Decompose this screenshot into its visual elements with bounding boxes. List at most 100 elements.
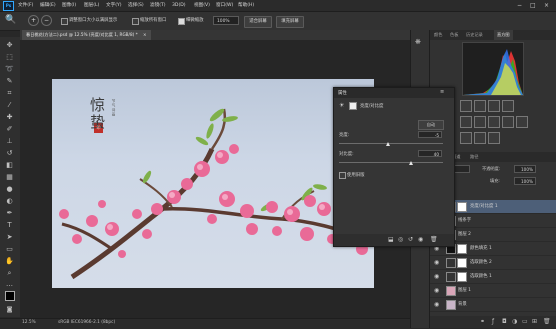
blur-tool-icon[interactable]: ● xyxy=(4,185,15,194)
adjust-hue-icon[interactable] xyxy=(474,116,486,128)
type-tool-icon[interactable]: T xyxy=(4,221,15,230)
adjust-brightness-icon[interactable] xyxy=(460,100,472,112)
resize-windows-checkbox[interactable] xyxy=(61,18,68,25)
new-adjustment-icon[interactable]: ◑ xyxy=(512,318,517,325)
adjust-posterize-icon[interactable] xyxy=(474,132,486,144)
minimize-button[interactable]: − xyxy=(517,0,522,11)
dodge-tool-icon[interactable]: ◐ xyxy=(4,197,15,206)
close-window-button[interactable]: × xyxy=(544,0,549,11)
fit-screen-button[interactable]: 适合屏幕 xyxy=(244,15,272,28)
shape-tool-icon[interactable]: ▭ xyxy=(4,245,15,254)
layer-name[interactable]: 亮度/对比度 1 xyxy=(470,203,498,209)
panel-menu-icon[interactable]: ≡ xyxy=(440,89,444,95)
new-layer-icon[interactable]: ⊞ xyxy=(532,318,537,325)
zoom-value-field[interactable]: 100% xyxy=(213,16,239,25)
delete-adjustment-icon[interactable]: 🗑 xyxy=(430,236,438,243)
contrast-slider-knob[interactable] xyxy=(409,161,414,165)
menu-edit[interactable]: 编辑(E) xyxy=(40,0,56,11)
document-canvas[interactable]: 惊蛰 节气诗画 印 xyxy=(52,79,374,288)
visibility-eye-icon[interactable]: ◉ xyxy=(434,273,439,280)
contrast-slider-track[interactable] xyxy=(339,162,443,163)
zoom-in-icon[interactable]: + xyxy=(28,15,39,26)
hand-tool-icon[interactable]: ✋ xyxy=(4,257,15,266)
layer-name[interactable]: 图层 1 xyxy=(458,287,471,293)
layer-name[interactable]: 线条字 xyxy=(458,217,471,223)
view-previous-icon[interactable]: ◎ xyxy=(398,236,403,243)
move-tool-icon[interactable]: ✥ xyxy=(4,41,15,50)
path-select-icon[interactable]: ➤ xyxy=(4,233,15,242)
adjust-curves-icon[interactable] xyxy=(488,100,500,112)
layer-name[interactable]: 图层 2 xyxy=(458,231,471,237)
zoom-tool-sidebar-icon[interactable]: ⌕ xyxy=(4,269,15,278)
fill-screen-button[interactable]: 填充屏幕 xyxy=(276,15,304,28)
reset-icon[interactable]: ↺ xyxy=(408,236,413,243)
tab-swatches[interactable]: 色板 xyxy=(450,30,458,40)
layer-style-icon[interactable]: ƒ xyxy=(492,318,494,325)
foreground-color-swatch[interactable] xyxy=(5,291,15,301)
visibility-eye-icon[interactable]: ◉ xyxy=(434,287,439,294)
tab-paths[interactable]: 路径 xyxy=(470,152,478,162)
navigator-icon[interactable]: ❋ xyxy=(415,38,421,46)
brightness-slider-track[interactable] xyxy=(339,143,443,144)
layer-row[interactable]: ◉ 选取颜色 2 xyxy=(430,256,556,270)
history-brush-icon[interactable]: ↺ xyxy=(4,149,15,158)
delete-layer-icon[interactable]: 🗑 xyxy=(543,318,551,325)
layer-row[interactable]: ◉ 选取颜色 1 xyxy=(430,270,556,284)
menu-select[interactable]: 选择(S) xyxy=(128,0,144,11)
zoom-tool-icon[interactable]: 🔍 xyxy=(5,15,16,25)
visibility-eye-icon[interactable]: ◉ xyxy=(434,301,439,308)
adjust-levels-icon[interactable] xyxy=(474,100,486,112)
healing-tool-icon[interactable]: ✚ xyxy=(4,113,15,122)
document-tab[interactable]: 春日桃花(方法二).psd @ 12.5% (亮度/对比度 1, RGB/8) … xyxy=(22,30,151,40)
fill-field[interactable]: 100% xyxy=(514,177,536,185)
menu-type[interactable]: 文字(Y) xyxy=(106,0,122,11)
layer-name[interactable]: 选取颜色 2 xyxy=(470,259,492,265)
adjust-vibrance-icon[interactable] xyxy=(460,116,472,128)
brush-tool-icon[interactable]: ✐ xyxy=(4,125,15,134)
adjust-photo-filter-icon[interactable] xyxy=(516,116,528,128)
link-layers-icon[interactable]: ⚭ xyxy=(480,318,485,325)
adjust-threshold-icon[interactable] xyxy=(488,132,500,144)
gradient-tool-icon[interactable]: ▦ xyxy=(4,173,15,182)
status-zoom[interactable]: 12.5% xyxy=(22,320,36,325)
adjust-bw-icon[interactable] xyxy=(502,116,514,128)
layer-row[interactable]: ◉ 背景 xyxy=(430,298,556,312)
menu-layer[interactable]: 图层(L) xyxy=(84,0,99,11)
auto-button[interactable]: 自动 xyxy=(418,120,444,130)
eraser-tool-icon[interactable]: ◧ xyxy=(4,161,15,170)
layer-name[interactable]: 选取颜色 1 xyxy=(470,273,492,279)
stamp-tool-icon[interactable]: ⊥ xyxy=(4,137,15,146)
crop-tool-icon[interactable]: ⌗ xyxy=(4,89,15,98)
lasso-tool-icon[interactable]: ➰ xyxy=(4,65,15,74)
tab-color[interactable]: 颜色 xyxy=(434,30,442,40)
menu-view[interactable]: 视图(V) xyxy=(194,0,210,11)
status-doc-info[interactable]: sRGB IEC61966-2.1 (8bpc) xyxy=(58,320,115,325)
mask-icon[interactable] xyxy=(349,102,357,110)
zoom-all-checkbox[interactable] xyxy=(132,18,139,25)
layer-name[interactable]: 背景 xyxy=(458,301,467,307)
marquee-tool-icon[interactable]: ⬚ xyxy=(4,53,15,62)
brightness-field[interactable]: -5 xyxy=(418,131,442,138)
close-tab-icon[interactable]: × xyxy=(143,32,147,37)
toggle-visibility-icon[interactable]: ◉ xyxy=(418,236,423,243)
menu-help[interactable]: 帮助(H) xyxy=(238,0,254,11)
opacity-field[interactable]: 100% xyxy=(514,165,536,173)
tab-history[interactable]: 历史记录 xyxy=(466,30,483,40)
adjust-exposure-icon[interactable] xyxy=(502,100,514,112)
pen-tool-icon[interactable]: ✒ xyxy=(4,209,15,218)
clip-to-layer-icon[interactable]: ⬓ xyxy=(388,236,394,243)
legacy-checkbox[interactable] xyxy=(339,172,346,179)
menu-filter[interactable]: 滤镜(T) xyxy=(150,0,166,11)
visibility-eye-icon[interactable]: ◉ xyxy=(434,259,439,266)
menu-window[interactable]: 窗口(W) xyxy=(216,0,233,11)
quick-select-tool-icon[interactable]: ✎ xyxy=(4,77,15,86)
quick-mask-icon[interactable]: ◙ xyxy=(4,305,15,314)
zoom-out-icon[interactable]: − xyxy=(41,15,52,26)
more-tools-icon[interactable]: … xyxy=(4,280,15,289)
new-group-icon[interactable]: ▭ xyxy=(522,318,528,325)
maximize-button[interactable]: □ xyxy=(530,0,536,11)
scrubby-zoom-checkbox[interactable] xyxy=(178,18,185,25)
tab-histogram[interactable]: 直方图 xyxy=(494,30,513,40)
menu-3d[interactable]: 3D(D) xyxy=(172,0,186,11)
layer-name[interactable]: 颜色填充 1 xyxy=(470,245,492,251)
